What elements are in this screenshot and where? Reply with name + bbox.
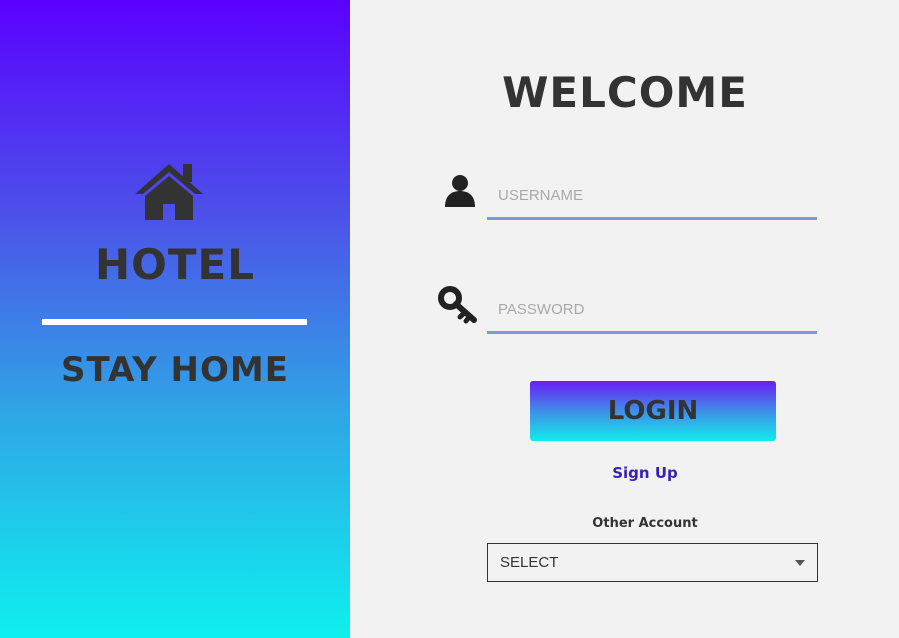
other-account-select[interactable]: SELECT [487, 543, 818, 582]
other-account-label: Other Account [592, 516, 698, 531]
chevron-down-icon [795, 560, 805, 566]
brand-tagline: STAY HOME [61, 350, 289, 390]
home-icon [135, 164, 203, 220]
login-panel: WELCOME LOGIN Sign Up Other Account SELE… [350, 0, 899, 638]
user-icon [445, 175, 475, 207]
brand-panel: HOTEL STAY HOME [0, 0, 350, 638]
other-account-selected-value: SELECT [500, 554, 559, 571]
username-input[interactable] [487, 173, 817, 217]
brand-title: HOTEL [95, 240, 255, 289]
brand-divider [42, 319, 307, 325]
password-field [487, 287, 817, 334]
password-input[interactable] [487, 287, 817, 331]
signup-link[interactable]: Sign Up [550, 464, 740, 482]
welcome-heading: WELCOME [502, 68, 748, 117]
username-field [487, 173, 817, 220]
login-button[interactable]: LOGIN [530, 381, 776, 441]
key-icon [438, 286, 477, 324]
